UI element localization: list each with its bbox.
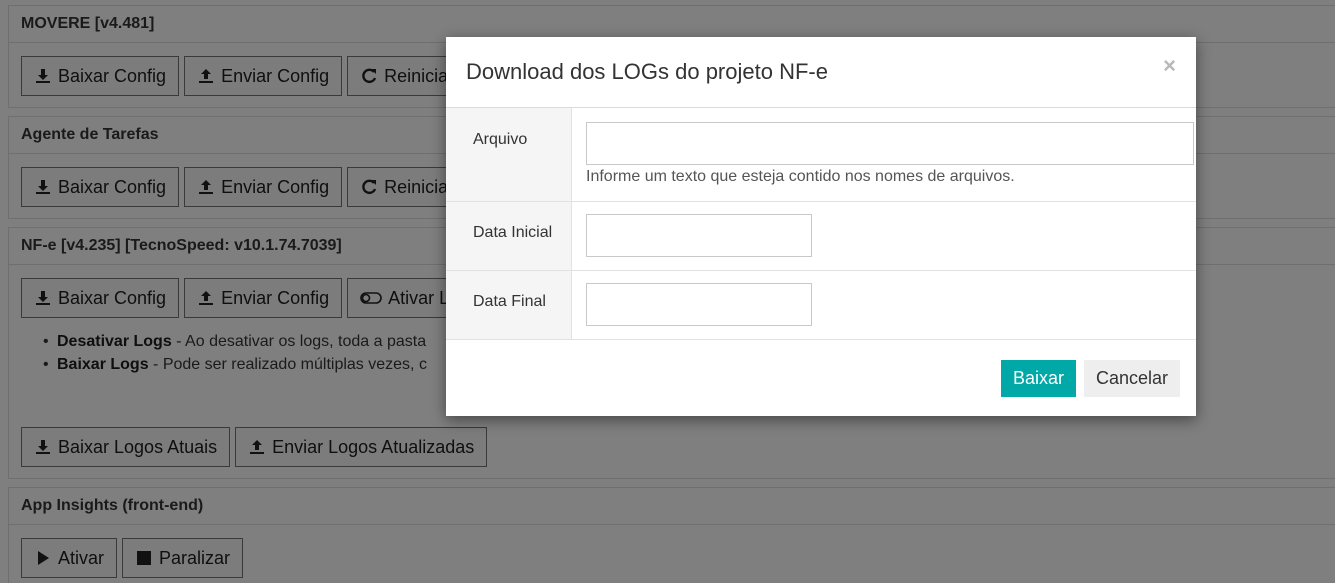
arquivo-label-cell: Arquivo [446,108,572,201]
list-item: Desativar Logs - Ao desativar os logs, t… [43,330,427,353]
upload-icon [250,440,265,454]
upload-config-button[interactable]: Enviar Config [184,278,343,318]
upload-config-button[interactable]: Enviar Config [184,167,343,207]
form-row-data-final: Data Final [446,271,1196,340]
download-logos-button[interactable]: Baixar Logos Atuais [21,427,231,467]
download-logs-dialog: Download dos LOGs do projeto NF-e × Arqu… [446,37,1196,416]
dialog-title: Download dos LOGs do projeto NF-e [466,59,828,84]
download-config-button[interactable]: Baixar Config [21,278,180,318]
upload-icon [199,291,214,305]
data-final-label: Data Final [473,293,546,310]
arquivo-help-text: Informe um texto que esteja contido nos … [586,168,1015,185]
data-inicial-label-cell: Data Inicial [446,202,572,270]
activate-button[interactable]: Ativar [21,538,118,578]
stop-button[interactable]: Paralizar [122,538,244,578]
cancel-button[interactable]: Cancelar [1084,360,1181,397]
data-final-label-cell: Data Final [446,271,572,339]
download-config-button[interactable]: Baixar Config [21,167,180,207]
data-inicial-input[interactable] [586,214,812,257]
download-icon [36,440,50,454]
upload-logos-button[interactable]: Enviar Logos Atualizadas [235,427,488,467]
download-config-button[interactable]: Baixar Config [21,56,180,96]
play-icon [38,551,49,565]
panel-title: App Insights (front-end) [9,488,1335,525]
data-inicial-label: Data Inicial [473,224,553,241]
panel-app-insights: App Insights (front-end) Ativar Paraliza… [8,487,1335,583]
upload-config-button[interactable]: Enviar Config [184,56,343,96]
data-final-input[interactable] [586,283,812,326]
toggle-icon [360,292,382,304]
form-row-data-inicial: Data Inicial [446,202,1196,271]
form-row-arquivo: Arquivo Informe um texto que esteja cont… [446,108,1196,202]
refresh-icon [362,68,377,84]
upload-icon [199,180,214,194]
stop-icon [137,551,152,565]
notes-list: Desativar Logs - Ao desativar os logs, t… [43,330,427,376]
download-icon [36,291,50,305]
upload-icon [199,69,214,83]
download-icon [36,69,50,83]
list-item: Baixar Logs - Pode ser realizado múltipl… [43,353,427,376]
close-icon[interactable]: × [1163,53,1176,79]
arquivo-label: Arquivo [473,131,528,148]
baixar-button[interactable]: Baixar [1001,360,1077,397]
refresh-icon [362,179,377,195]
download-icon [36,180,50,194]
arquivo-input[interactable] [586,122,1194,165]
